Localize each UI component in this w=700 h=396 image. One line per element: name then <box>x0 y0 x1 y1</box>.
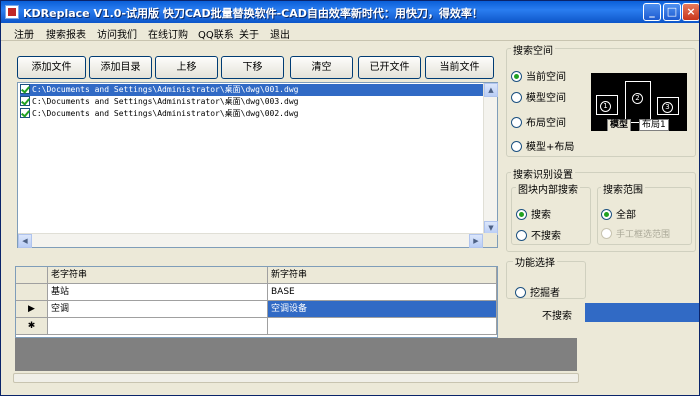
add-file-button[interactable]: 添加文件 <box>17 56 86 79</box>
replace-grid[interactable]: 老字符串 新字符串 基站 BASE ▶ 空调 空调设备 ✱ <box>15 266 498 338</box>
number-1-icon: 1 <box>600 101 611 112</box>
row-indicator[interactable] <box>16 284 48 301</box>
radio-label: 模型空间 <box>526 93 566 104</box>
clear-button[interactable]: 清空 <box>290 56 353 79</box>
radio-button[interactable] <box>516 230 527 241</box>
radio-label: 布局空间 <box>526 118 566 129</box>
tab-layout1: 布局1 <box>639 119 669 131</box>
number-2-icon: 2 <box>632 93 643 104</box>
radio-label: 搜索 <box>531 210 551 221</box>
radio-function-option[interactable]: 挖掘者 <box>515 284 560 299</box>
scroll-left-arrow-icon[interactable]: ◀ <box>18 234 32 248</box>
menu-order-online[interactable]: 在线订购 <box>148 26 188 41</box>
grid-empty-area <box>15 338 577 371</box>
grid-cell-old[interactable]: 空调 <box>48 301 268 318</box>
radio-button[interactable] <box>601 209 612 220</box>
menu-bar: 注册 搜索报表 访问我们 在线订购 QQ联系 关于 退出 <box>1 23 699 41</box>
scroll-right-arrow-icon[interactable]: ▶ <box>469 234 483 248</box>
file-list-item[interactable]: C:\Documents and Settings\Administrator\… <box>20 96 483 108</box>
block-search-title: 图块内部搜索 <box>516 181 580 196</box>
radio-range-manual: 手工框选范围 <box>601 227 670 240</box>
radio-button <box>601 228 612 239</box>
function-select-title: 功能选择 <box>513 254 557 269</box>
radio-block-search-off[interactable]: 不搜索 <box>516 227 561 242</box>
radio-model-plus-layout[interactable]: 模型+布局 <box>511 138 574 153</box>
grid-header-old[interactable]: 老字符串 <box>48 267 268 284</box>
grid-cell-old[interactable] <box>48 318 268 335</box>
title-bar[interactable]: KDReplace V1.0-试用版 快刀CAD批量替换软件-CAD自由效率新时… <box>1 1 699 23</box>
current-file-button[interactable]: 当前文件 <box>425 56 494 79</box>
grid-header-new[interactable]: 新字符串 <box>268 267 497 284</box>
radio-layout-space[interactable]: 布局空间 <box>511 114 566 129</box>
radio-label: 全部 <box>616 210 636 221</box>
file-list-item[interactable]: C:\Documents and Settings\Administrator\… <box>20 108 483 120</box>
function-label: 不搜索 <box>542 311 572 322</box>
radio-button[interactable] <box>511 117 522 128</box>
row-indicator[interactable]: ▶ <box>16 301 48 318</box>
menu-visit-us[interactable]: 访问我们 <box>97 26 137 41</box>
selection-highlight <box>585 303 699 322</box>
move-down-button[interactable]: 下移 <box>221 56 284 79</box>
app-icon <box>5 5 19 19</box>
checkbox[interactable] <box>20 84 30 94</box>
search-space-title: 搜索空间 <box>511 42 555 57</box>
add-folder-button[interactable]: 添加目录 <box>89 56 152 79</box>
menu-qq-contact[interactable]: QQ联系 <box>198 26 234 41</box>
window-title: KDReplace V1.0-试用版 快刀CAD批量替换软件-CAD自由效率新时… <box>23 7 483 20</box>
radio-button[interactable] <box>511 141 522 152</box>
move-up-button[interactable]: 上移 <box>155 56 218 79</box>
radio-button[interactable] <box>511 71 522 82</box>
radio-label: 模型+布局 <box>526 142 575 153</box>
close-button[interactable]: × <box>682 3 699 21</box>
radio-current-space[interactable]: 当前空间 <box>511 68 566 83</box>
scroll-corner <box>483 233 497 247</box>
radio-button[interactable] <box>516 209 527 220</box>
menu-register[interactable]: 注册 <box>14 26 34 41</box>
tab-model: 模型 <box>607 119 632 131</box>
layout-tab-strip: |◂ ▸ 模型 布局1 / <box>591 119 691 131</box>
grid-cell-old[interactable]: 基站 <box>48 284 268 301</box>
open-files-button[interactable]: 已开文件 <box>358 56 421 79</box>
checkbox[interactable] <box>20 96 30 106</box>
radio-button[interactable] <box>511 92 522 103</box>
menu-search-report[interactable]: 搜索报表 <box>46 26 86 41</box>
file-path: C:\Documents and Settings\Administrator\… <box>32 85 299 94</box>
grid-cell-new[interactable]: BASE <box>268 284 497 301</box>
radio-label: 不搜索 <box>531 231 561 242</box>
menu-about[interactable]: 关于 <box>239 26 259 41</box>
number-3-icon: 3 <box>662 102 673 113</box>
vertical-scrollbar[interactable]: ▲ ▼ <box>483 83 498 235</box>
radio-label: 手工框选范围 <box>616 230 671 240</box>
file-list-item[interactable]: C:\Documents and Settings\Administrator\… <box>19 83 484 97</box>
checkbox[interactable] <box>20 108 30 118</box>
status-bar <box>13 373 579 383</box>
grid-corner-header <box>16 267 48 284</box>
tab-separator: / <box>679 119 683 129</box>
file-list[interactable]: C:\Documents and Settings\Administrator\… <box>17 82 498 248</box>
radio-model-space[interactable]: 模型空间 <box>511 89 566 104</box>
app-window: KDReplace V1.0-试用版 快刀CAD批量替换软件-CAD自由效率新时… <box>0 0 700 396</box>
radio-label: 挖掘者 <box>530 288 560 299</box>
maximize-button[interactable]: □ <box>663 3 681 21</box>
radio-range-all[interactable]: 全部 <box>601 206 636 221</box>
horizontal-scrollbar[interactable]: ◀ ▶ <box>18 233 483 248</box>
file-path: C:\Documents and Settings\Administrator\… <box>32 109 299 118</box>
menu-exit[interactable]: 退出 <box>270 26 290 41</box>
search-range-title: 搜索范围 <box>601 181 645 196</box>
row-indicator[interactable]: ✱ <box>16 318 48 335</box>
scroll-up-arrow-icon[interactable]: ▲ <box>484 83 498 97</box>
grid-cell-new[interactable]: 空调设备 <box>268 301 497 318</box>
radio-button[interactable] <box>515 287 526 298</box>
radio-block-search-on[interactable]: 搜索 <box>516 206 551 221</box>
file-path: C:\Documents and Settings\Administrator\… <box>32 97 299 106</box>
recognition-settings-title: 搜索识别设置 <box>511 166 575 181</box>
radio-label: 当前空间 <box>526 72 566 83</box>
grid-cell-new[interactable] <box>268 318 497 335</box>
minimize-button[interactable]: _ <box>643 3 661 21</box>
